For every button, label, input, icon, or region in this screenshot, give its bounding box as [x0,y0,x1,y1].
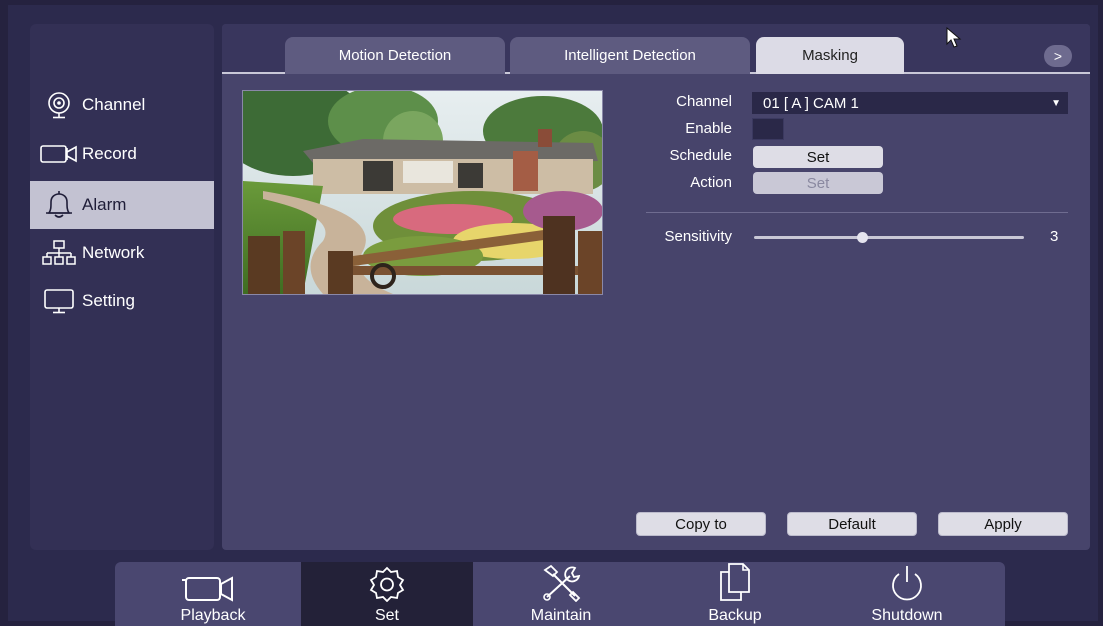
copy-icon [717,562,753,602]
sensitivity-slider[interactable] [754,232,1024,243]
dock-item-label: Backup [708,607,762,624]
dock-item-maintain[interactable]: Maintain [473,562,649,626]
bottom-dock: Playback Set Maintain Backup Shutdown [115,562,1005,626]
camera-icon [40,90,78,120]
dock-item-shutdown[interactable]: Shutdown [821,562,993,626]
dock-item-playback[interactable]: Playback [115,562,301,626]
camera-preview[interactable] [242,90,603,295]
dock-item-label: Maintain [530,607,592,624]
dock-item-set[interactable]: Set [301,562,473,626]
chevron-down-icon: ▼ [1051,98,1061,109]
enable-label: Enable [685,120,732,137]
network-icon [40,238,78,268]
sidebar-item-setting[interactable]: Setting [30,277,214,325]
main-panel: Motion Detection Intelligent Detection M… [222,24,1090,550]
tab-intelligent-detection[interactable]: Intelligent Detection [510,37,750,74]
power-icon [887,562,927,602]
apply-button[interactable]: Apply [938,512,1068,536]
sidebar-item-label: Network [82,243,145,262]
sensitivity-value: 3 [1050,228,1059,245]
sensitivity-slider-handle[interactable] [857,232,868,243]
sidebar: Channel Record Alarm Network Setting [30,24,214,550]
sidebar-item-label: Setting [82,291,135,310]
sidebar-item-alarm[interactable]: Alarm [30,181,214,229]
action-set-button[interactable]: Set [753,172,883,194]
tab-masking[interactable]: Masking [756,37,904,74]
mouse-cursor-icon [946,27,962,48]
sensitivity-label: Sensitivity [664,228,732,245]
divider [646,212,1068,213]
action-label: Action [690,174,732,191]
tab-next-button[interactable]: > [1044,45,1072,67]
channel-label: Channel [676,93,732,110]
tools-icon [539,562,583,602]
dock-item-label: Playback [180,607,246,624]
schedule-label: Schedule [669,147,732,164]
copy-to-button[interactable]: Copy to [636,512,766,536]
monitor-icon [40,286,78,316]
bell-icon [40,190,78,220]
sidebar-item-channel[interactable]: Channel [30,81,214,129]
gear-icon [367,562,407,602]
schedule-set-button[interactable]: Set [753,146,883,168]
dock-item-label: Set [374,607,399,624]
camera-preview-image [243,91,602,294]
enable-checkbox[interactable] [752,118,784,140]
default-button[interactable]: Default [787,512,917,536]
sidebar-item-network[interactable]: Network [30,229,214,277]
sidebar-item-label: Record [82,144,137,163]
tab-motion-detection[interactable]: Motion Detection [285,37,505,74]
channel-select[interactable]: 01 [ A ] CAM 1 ▼ [752,92,1068,114]
channel-select-value: 01 [ A ] CAM 1 [763,94,859,112]
dock-item-label: Shutdown [871,607,943,624]
sidebar-item-label: Channel [82,95,146,114]
record-icon [40,139,78,169]
sidebar-item-record[interactable]: Record [30,130,214,178]
sidebar-item-label: Alarm [82,195,127,214]
dock-item-backup[interactable]: Backup [649,562,821,626]
video-camera-icon [178,562,238,602]
